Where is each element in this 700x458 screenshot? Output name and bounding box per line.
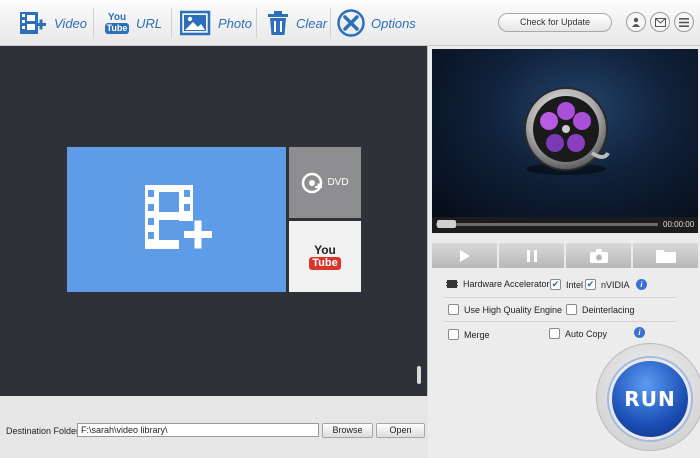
youtube-logo-you: You [314,242,336,257]
seek-track[interactable] [436,223,658,226]
hardware-accelerator-label: Hardware Accelerator: [463,279,553,289]
menu-icon [679,17,689,27]
intel-label: Intel [566,279,584,290]
deinterlacing-checkbox[interactable] [566,304,577,315]
clear-button[interactable]: Clear [266,6,327,40]
user-icon [632,17,640,27]
destination-label: Destination Folder: [6,426,82,436]
toolbar-divider [171,8,172,38]
add-video-large-icon [145,185,213,251]
video-label: Video [54,15,88,31]
time-readout: 00:00:00 [663,220,695,229]
play-icon [459,249,470,262]
toolbar-divider [330,8,331,38]
youtube-icon-tube: Tube [104,22,130,34]
deinterlacing-label: Deinterlacing [582,304,635,315]
hardware-accelerator-row: Hardware Accelerator: [446,279,552,289]
nvidia-checkbox[interactable]: ✔ [585,279,596,290]
run-button[interactable]: RUN [609,358,691,440]
snapshot-button[interactable] [566,243,631,268]
pause-button[interactable] [499,243,564,268]
toolbar-divider [93,8,94,38]
film-reel-logo [524,87,610,175]
add-dvd-tile[interactable]: DVD [289,147,361,218]
play-button[interactable] [432,243,497,268]
browse-button[interactable]: Browse [322,423,373,438]
camera-icon [589,248,608,263]
info-icon[interactable]: i [634,327,645,338]
deinterlacing-option[interactable]: Deinterlacing [566,304,635,315]
open-folder-button[interactable] [633,243,698,268]
player-controls [432,243,698,268]
scrollbar-thumb[interactable] [417,366,421,384]
video-preview [432,49,698,217]
youtube-logo: You Tube [309,242,341,270]
auto-copy-option[interactable]: Auto Copy [549,328,607,339]
options-tools-icon [337,9,365,37]
intel-checkbox[interactable]: ✔ [550,279,561,290]
add-video-tile[interactable] [67,147,286,292]
toolbar-divider [256,8,257,38]
check-update-button[interactable]: Check for Update [498,13,612,32]
info-icon[interactable]: i [636,279,647,290]
hardware-info[interactable]: i [636,279,647,290]
merge-checkbox[interactable] [448,329,459,340]
youtube-icon-you: You [107,11,127,23]
add-video-button[interactable]: Video [18,6,87,40]
nvidia-label: nVIDIA [601,279,630,290]
open-button[interactable]: Open [376,423,425,438]
photo-label: Photo [218,15,252,31]
account-button[interactable] [626,12,646,32]
chip-icon [446,280,458,288]
folder-icon [655,249,676,263]
high-quality-checkbox[interactable] [448,304,459,315]
pause-icon [526,249,537,262]
photo-icon [180,10,211,36]
auto-copy-checkbox[interactable] [549,328,560,339]
seek-thumb[interactable] [437,220,456,228]
options-button[interactable]: Options [337,6,416,40]
mail-icon [654,17,666,27]
dvd-disc-icon [302,172,323,193]
options-label: Options [371,15,416,31]
nvidia-option[interactable]: ✔ nVIDIA [585,279,630,290]
clear-label: Clear [296,15,328,31]
dvd-label: DVD [327,177,349,188]
merge-option[interactable]: Merge [448,329,490,340]
youtube-logo-tube: Tube [309,256,341,270]
options-divider [444,321,676,322]
url-label: URL [136,15,163,31]
high-quality-option[interactable]: Use High Quality Engine [448,304,562,315]
trash-icon [268,11,288,35]
intel-option[interactable]: ✔ Intel [550,279,583,290]
email-button[interactable] [650,12,670,32]
high-quality-label: Use High Quality Engine [464,304,563,315]
destination-path-input[interactable]: F:\sarah\video library\ [77,423,319,437]
youtube-icon: You Tube [104,9,130,37]
add-url-button[interactable]: You Tube URL [104,6,162,40]
merge-label: Merge [464,329,490,340]
add-video-icon [20,12,46,34]
add-youtube-tile[interactable]: You Tube [289,221,361,292]
add-photo-button[interactable]: Photo [180,6,252,40]
auto-copy-info[interactable]: i [634,327,645,338]
auto-copy-label: Auto Copy [565,328,608,339]
menu-button[interactable] [674,12,694,32]
options-divider [444,297,676,298]
